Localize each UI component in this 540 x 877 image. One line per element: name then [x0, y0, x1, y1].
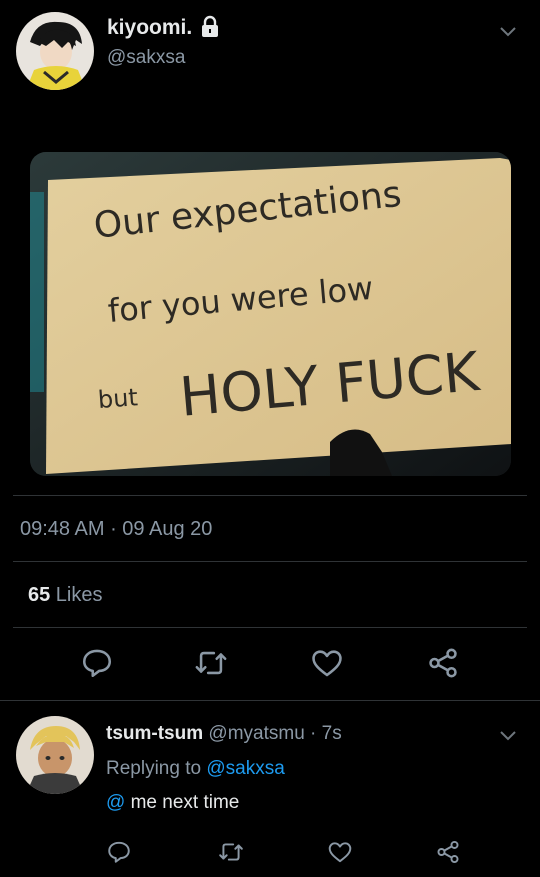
replying-prefix: Replying to — [106, 758, 207, 779]
share-icon[interactable] — [426, 646, 460, 680]
author-name[interactable]: kiyoomi. — [107, 16, 192, 40]
divider — [13, 495, 527, 496]
reply-author-handle[interactable]: @myatsmu — [208, 723, 304, 744]
reply-age: · 7s — [304, 723, 342, 744]
reply-text: @ me next time — [106, 792, 239, 814]
divider — [0, 700, 540, 701]
retweet-icon[interactable] — [194, 646, 228, 680]
likes-count: 65 — [28, 584, 51, 606]
reply-author-avatar[interactable] — [16, 716, 94, 794]
reply-author-name[interactable]: tsum-tsum — [106, 723, 203, 744]
tweet-image[interactable]: Our expectations for you were low but HO… — [30, 152, 511, 476]
sign-line-3a: but — [97, 383, 139, 414]
lock-icon — [198, 14, 222, 38]
reply-icon[interactable] — [80, 646, 114, 680]
divider — [13, 561, 527, 562]
reply-icon[interactable] — [106, 839, 132, 865]
tweet-time: 09:48 AM — [20, 518, 105, 540]
heart-icon[interactable] — [310, 646, 344, 680]
chevron-down-icon[interactable] — [497, 20, 519, 42]
replying-to-handle[interactable]: @sakxsa — [206, 758, 284, 779]
likes-stat[interactable]: 65 Likes — [28, 584, 103, 607]
author-handle[interactable]: @sakxsa — [107, 47, 185, 69]
reply-body: me next time — [125, 792, 240, 813]
mention-link[interactable]: @ — [106, 792, 125, 813]
tweet-date: 09 Aug 20 — [122, 518, 213, 540]
timestamp-separator: · — [104, 518, 123, 540]
replying-to: Replying to @sakxsa — [106, 758, 285, 780]
tweet-timestamp: 09:48 AM · 09 Aug 20 — [20, 518, 212, 541]
chevron-down-icon[interactable] — [497, 724, 519, 746]
likes-label: Likes — [50, 584, 103, 606]
heart-icon[interactable] — [327, 839, 353, 865]
reply-header: tsum-tsum @myatsmu · 7s — [106, 723, 342, 745]
share-icon[interactable] — [435, 839, 461, 865]
divider — [13, 627, 527, 628]
retweet-icon[interactable] — [218, 839, 244, 865]
author-avatar[interactable] — [16, 12, 94, 90]
